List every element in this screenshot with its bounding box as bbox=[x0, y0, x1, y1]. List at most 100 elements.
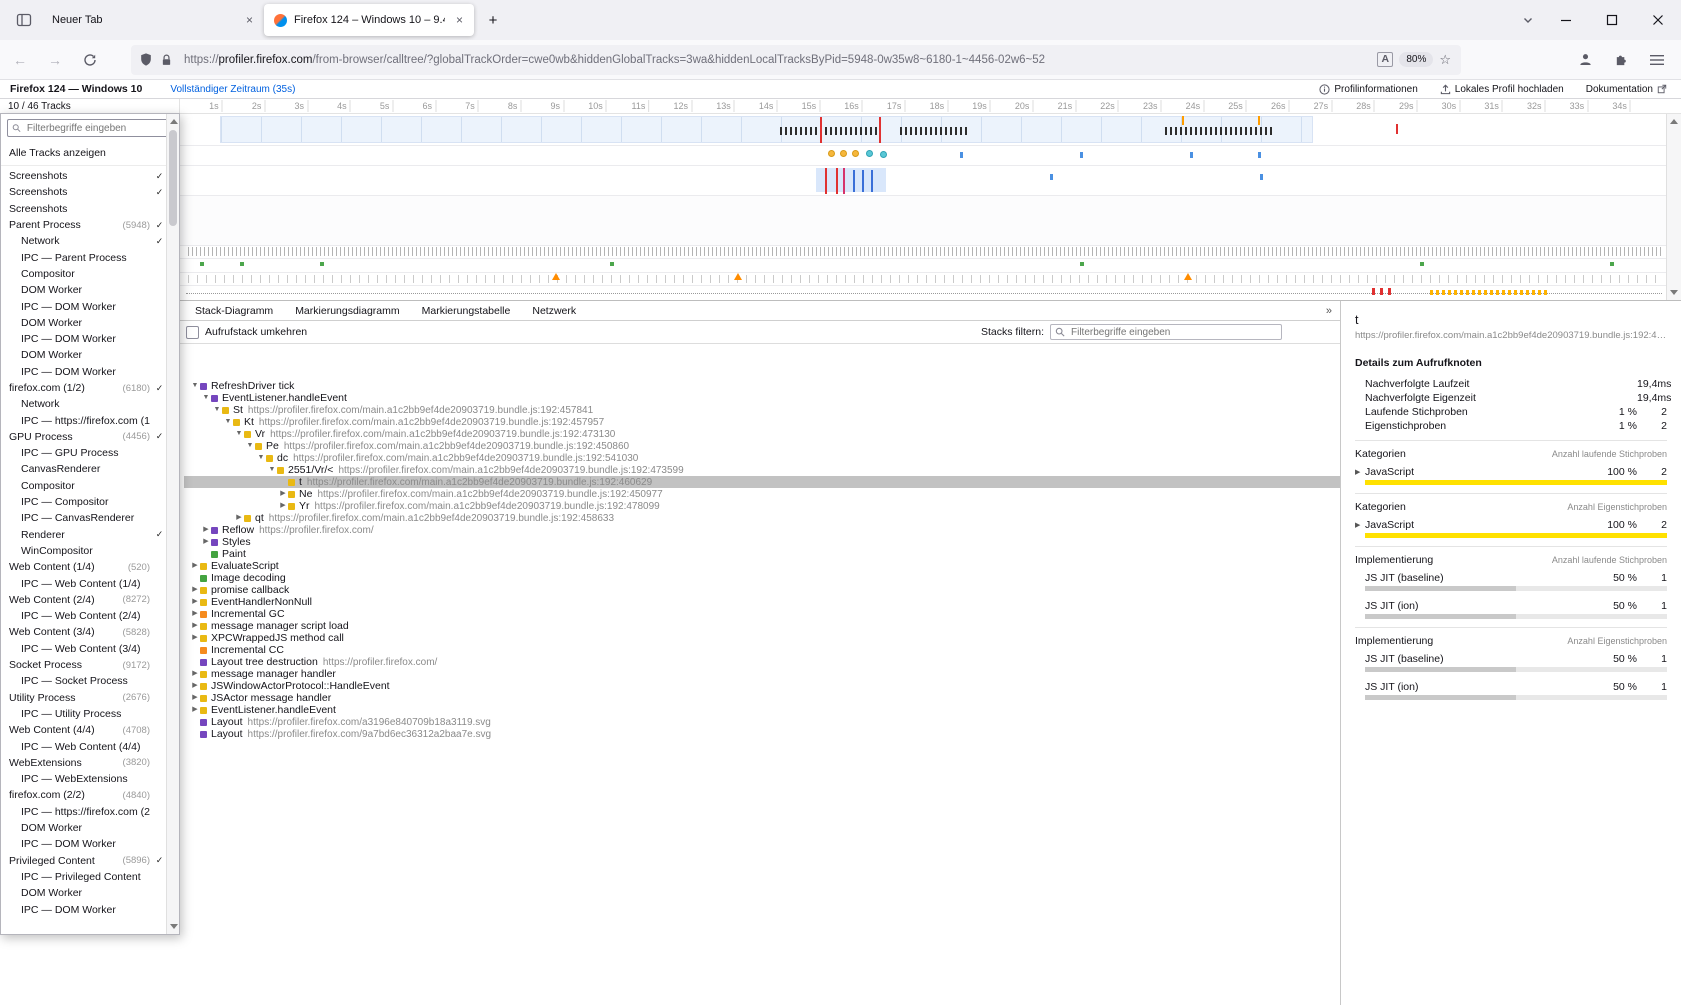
twisty-icon[interactable]: ▼ bbox=[212, 404, 222, 416]
track-list-item[interactable]: Web Content (1/4)(520) bbox=[1, 559, 166, 575]
menu-hamburger-icon[interactable] bbox=[1643, 46, 1671, 74]
call-tree-row[interactable]: ▶JSActor message handler bbox=[184, 692, 1340, 704]
call-tree-row[interactable]: Image decoding bbox=[184, 572, 1340, 584]
invert-stack-checkbox[interactable] bbox=[186, 326, 199, 339]
expand-icon[interactable]: ▶ bbox=[1355, 521, 1365, 529]
track-list-item[interactable]: Screenshots✓ bbox=[1, 168, 166, 184]
track-list-item[interactable]: CanvasRenderer bbox=[1, 461, 166, 477]
new-tab-button[interactable]: + bbox=[480, 7, 506, 33]
call-tree-row[interactable]: thttps://profiler.firefox.com/main.a1c2b… bbox=[184, 476, 1340, 488]
track-list-item[interactable]: WebExtensions(3820) bbox=[1, 755, 166, 771]
shield-icon[interactable] bbox=[139, 52, 153, 67]
call-tree-row[interactable]: ▶Yrhttps://profiler.firefox.com/main.a1c… bbox=[184, 500, 1340, 512]
back-button[interactable]: ← bbox=[5, 45, 35, 75]
track-list-item[interactable]: IPC — Web Content (3/4) bbox=[1, 641, 166, 657]
track-list-item[interactable]: DOM Worker bbox=[1, 820, 166, 836]
url-bar[interactable]: https://profiler.firefox.com/from-browse… bbox=[131, 45, 1461, 75]
twisty-icon[interactable]: ▼ bbox=[234, 428, 244, 440]
track-list-item[interactable]: DOM Worker bbox=[1, 347, 166, 363]
call-tree-row[interactable]: ▶JSWindowActorProtocol::HandleEvent bbox=[184, 680, 1340, 692]
track-list-item[interactable]: Web Content (4/4)(4708) bbox=[1, 722, 166, 738]
window-maximize-button[interactable] bbox=[1589, 0, 1635, 40]
browser-tab-profiler[interactable]: Firefox 124 – Windows 10 – 9.4… × bbox=[264, 4, 474, 36]
account-icon[interactable] bbox=[1571, 46, 1599, 74]
track-list-item[interactable]: Web Content (3/4)(5828) bbox=[1, 624, 166, 640]
list-all-tabs-chevron-icon[interactable] bbox=[1513, 5, 1543, 35]
scroll-down-arrow-icon[interactable] bbox=[1670, 290, 1678, 295]
twisty-icon[interactable]: ▼ bbox=[245, 440, 255, 452]
tracks-dropdown-button[interactable]: 10 / 46 Tracks bbox=[0, 99, 180, 114]
firefox-view-icon[interactable] bbox=[10, 6, 38, 34]
track-list-item[interactable]: Compositor bbox=[1, 266, 166, 282]
call-tree-row[interactable]: ▼RefreshDriver tick bbox=[184, 380, 1340, 392]
track-list-item[interactable]: Socket Process(9172) bbox=[1, 657, 166, 673]
track-list-item[interactable]: firefox.com (1/2)(6180)✓ bbox=[1, 380, 166, 396]
track-list-item[interactable]: IPC — Socket Process bbox=[1, 673, 166, 689]
track-list-item[interactable]: Parent Process(5948)✓ bbox=[1, 217, 166, 233]
call-tree-row[interactable]: ▼Pehttps://profiler.firefox.com/main.a1c… bbox=[184, 440, 1340, 452]
full-range-link[interactable]: Vollständiger Zeitraum (35s) bbox=[170, 84, 295, 95]
twisty-icon[interactable]: ▶ bbox=[201, 524, 211, 536]
track-list-item[interactable]: IPC — Privileged Content bbox=[1, 869, 166, 885]
track-list-item[interactable]: IPC — Compositor bbox=[1, 494, 166, 510]
upload-profile-button[interactable]: Lokales Profil hochladen bbox=[1440, 84, 1564, 95]
track-list-item[interactable]: IPC — DOM Worker bbox=[1, 836, 166, 852]
expand-icon[interactable]: ▶ bbox=[1355, 468, 1365, 476]
profile-info-button[interactable]: Profilinformationen bbox=[1319, 84, 1417, 95]
twisty-icon[interactable]: ▶ bbox=[190, 620, 200, 632]
call-tree-row[interactable]: ▶EventHandlerNonNull bbox=[184, 596, 1340, 608]
track-list-item[interactable]: Screenshots✓ bbox=[1, 184, 166, 200]
call-tree-row[interactable]: ▶Styles bbox=[184, 536, 1340, 548]
call-tree-row[interactable]: ▶message manager script load bbox=[184, 620, 1340, 632]
twisty-icon[interactable]: ▶ bbox=[190, 704, 200, 716]
stack-filter-input[interactable] bbox=[1069, 326, 1277, 339]
call-tree-row[interactable]: ▶message manager handler bbox=[184, 668, 1340, 680]
call-tree-row[interactable]: ▼dchttps://profiler.firefox.com/main.a1c… bbox=[184, 452, 1340, 464]
track-list-item[interactable]: DOM Worker bbox=[1, 282, 166, 298]
reload-button[interactable] bbox=[75, 45, 105, 75]
twisty-icon[interactable]: ▶ bbox=[190, 608, 200, 620]
track-filter-input[interactable] bbox=[25, 122, 168, 135]
track-list-item[interactable]: IPC — GPU Process bbox=[1, 445, 166, 461]
show-all-tracks-button[interactable]: Alle Tracks anzeigen bbox=[1, 141, 179, 166]
twisty-icon[interactable]: ▼ bbox=[190, 380, 200, 392]
call-tree-row[interactable]: ▼Kthttps://profiler.firefox.com/main.a1c… bbox=[184, 416, 1340, 428]
track-list-item[interactable]: IPC — Web Content (1/4) bbox=[1, 575, 166, 591]
track-list-item[interactable]: Privileged Content(5896)✓ bbox=[1, 852, 166, 868]
call-tree-row[interactable]: ▶qthttps://profiler.firefox.com/main.a1c… bbox=[184, 512, 1340, 524]
timeline-scrollbar[interactable] bbox=[1666, 114, 1681, 300]
track-list-item[interactable]: IPC — DOM Worker bbox=[1, 901, 166, 917]
extensions-puzzle-icon[interactable] bbox=[1607, 46, 1635, 74]
track-list-item[interactable]: DOM Worker bbox=[1, 315, 166, 331]
track-list-item[interactable]: Compositor bbox=[1, 478, 166, 494]
track-list-item[interactable]: IPC — Web Content (4/4) bbox=[1, 738, 166, 754]
panel-tab[interactable]: Stack-Diagramm bbox=[184, 301, 284, 320]
call-tree-row[interactable]: Paint bbox=[184, 548, 1340, 560]
panel-tab[interactable]: Netzwerk bbox=[521, 301, 587, 320]
bookmark-star-icon[interactable]: ☆ bbox=[1439, 52, 1451, 68]
documentation-link[interactable]: Dokumentation bbox=[1586, 84, 1667, 95]
scroll-down-arrow-icon[interactable] bbox=[170, 924, 178, 929]
track-list-item[interactable]: IPC — DOM Worker bbox=[1, 298, 166, 314]
time-ruler[interactable]: 1s2s3s4s5s6s7s8s9s10s11s12s13s14s15s16s1… bbox=[180, 99, 1665, 113]
track-list-item[interactable]: IPC — https://firefox.com (1/2) bbox=[1, 412, 166, 428]
twisty-icon[interactable]: ▶ bbox=[201, 536, 211, 548]
twisty-icon[interactable]: ▼ bbox=[267, 464, 277, 476]
tab-close-icon[interactable]: × bbox=[451, 12, 468, 29]
track-list-item[interactable]: IPC — CanvasRenderer bbox=[1, 510, 166, 526]
call-tree-row[interactable]: Incremental CC bbox=[184, 644, 1340, 656]
call-tree-row[interactable]: Layout tree destructionhttps://profiler.… bbox=[184, 656, 1340, 668]
track-list-item[interactable]: Network bbox=[1, 396, 166, 412]
call-tree-row[interactable]: ▶promise callback bbox=[184, 584, 1340, 596]
track-list-item[interactable]: IPC — DOM Worker bbox=[1, 364, 166, 380]
twisty-icon[interactable]: ▼ bbox=[201, 392, 211, 404]
track-list-item[interactable]: IPC — Parent Process bbox=[1, 249, 166, 265]
track-list-item[interactable]: Renderer✓ bbox=[1, 527, 166, 543]
window-close-button[interactable] bbox=[1635, 0, 1681, 40]
track-list-item[interactable]: GPU Process(4456)✓ bbox=[1, 429, 166, 445]
track-list-item[interactable]: Screenshots bbox=[1, 201, 166, 217]
call-tree-row[interactable]: ▶XPCWrappedJS method call bbox=[184, 632, 1340, 644]
call-tree-row[interactable]: Layouthttps://profiler.firefox.com/a3196… bbox=[184, 716, 1340, 728]
track-panel-scrollbar[interactable] bbox=[166, 114, 179, 934]
lock-icon[interactable] bbox=[160, 53, 173, 67]
